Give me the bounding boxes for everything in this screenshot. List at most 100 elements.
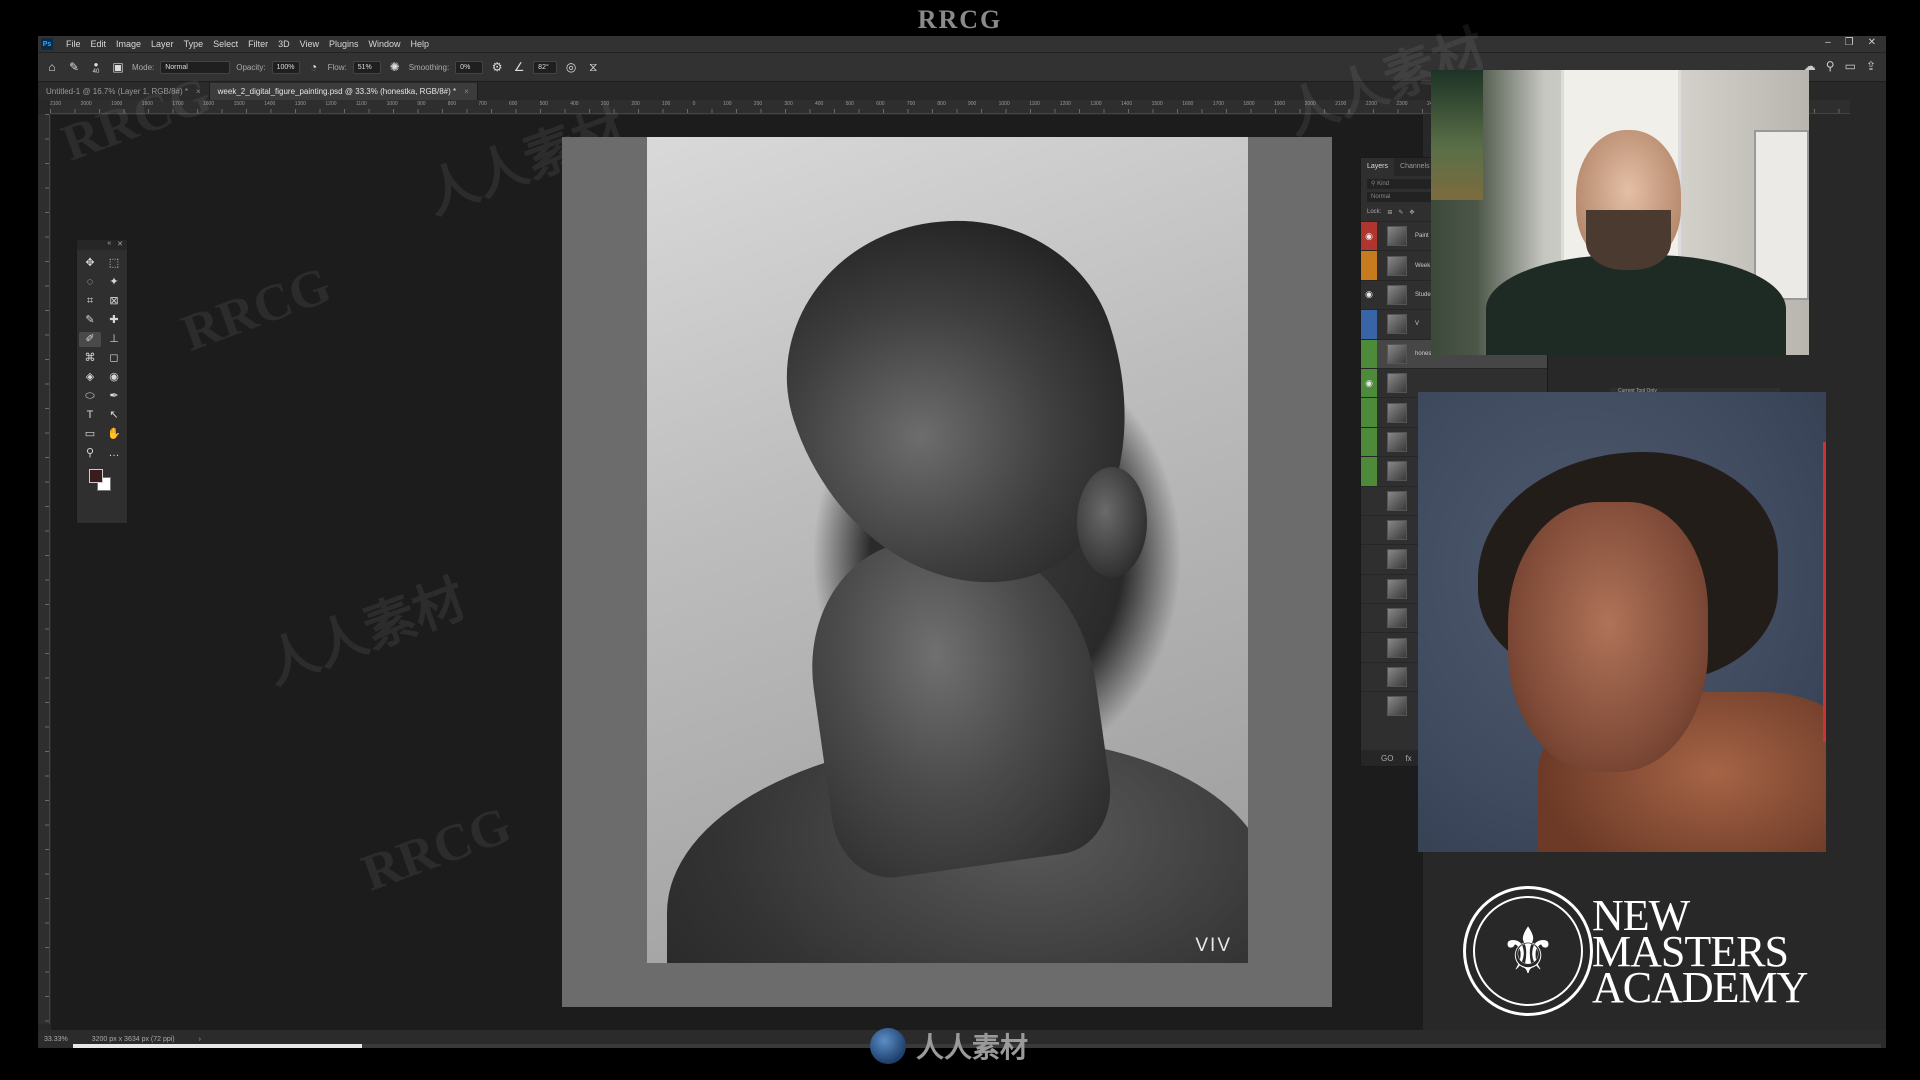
visibility-eye-icon[interactable]: ◉ xyxy=(1361,368,1377,398)
close-tab-icon[interactable]: × xyxy=(464,87,469,96)
lock-position-icon[interactable]: ✥ xyxy=(1409,209,1414,216)
status-menu-arrow[interactable]: › xyxy=(199,1036,201,1043)
smoothing-field[interactable]: 0% xyxy=(455,60,484,74)
lock-paint-icon[interactable]: ✎ xyxy=(1398,209,1403,216)
opacity-field[interactable]: 100% xyxy=(271,60,300,74)
brush-preset-picker[interactable]: ● 40 xyxy=(88,59,104,75)
visibility-toggle[interactable] xyxy=(1361,516,1377,544)
layer-effects-icon[interactable]: fx xyxy=(1405,754,1411,763)
menu-item-3d[interactable]: 3D xyxy=(273,39,295,49)
document-tab[interactable]: Untitled-1 @ 16.7% (Layer 1, RGB/8#) * × xyxy=(38,83,210,100)
crop-tool-icon[interactable]: ⌗ xyxy=(79,294,101,309)
pen-tool-icon[interactable]: ✒ xyxy=(103,389,125,404)
stamp-tool-icon[interactable]: ⊥ xyxy=(103,332,125,347)
menu-item-help[interactable]: Help xyxy=(406,39,435,49)
collapse-icon[interactable]: « xyxy=(107,240,111,250)
lock-transparent-icon[interactable]: ⊞ xyxy=(1387,209,1392,216)
restore-icon[interactable]: ❐ xyxy=(1845,37,1854,48)
brush-settings-icon[interactable]: ▣ xyxy=(110,59,126,75)
history-brush-icon[interactable]: ⌘ xyxy=(79,351,101,366)
ruler-label: 2100 xyxy=(1335,101,1347,107)
eraser-tool-icon[interactable]: ◻ xyxy=(103,351,125,366)
healing-tool-icon[interactable]: ✚ xyxy=(103,313,125,328)
menu-item-image[interactable]: Image xyxy=(111,39,146,49)
search-icon[interactable]: ⚲ xyxy=(1826,59,1835,73)
more-tools-icon[interactable]: … xyxy=(103,446,125,461)
visibility-toggle[interactable] xyxy=(1361,310,1377,339)
frame-tool-icon[interactable]: ⊠ xyxy=(103,294,125,309)
foreground-color-swatch[interactable] xyxy=(89,469,103,483)
marquee-tool-icon[interactable]: ⬚ xyxy=(103,256,125,271)
move-tool-icon[interactable]: ✥ xyxy=(79,256,101,271)
bucket-tool-icon[interactable]: ◈ xyxy=(79,370,101,385)
menu-item-window[interactable]: Window xyxy=(364,39,406,49)
ruler-label: 1800 xyxy=(141,101,153,107)
smoothing-options-gear-icon[interactable]: ⚙ xyxy=(489,59,505,75)
tab-channels[interactable]: Channels xyxy=(1394,158,1436,176)
ruler-label: 2300 xyxy=(1396,101,1408,107)
tools-panel-header[interactable]: «✕ xyxy=(77,240,127,250)
visibility-toggle[interactable] xyxy=(1361,427,1377,457)
visibility-eye-icon[interactable]: ◉ xyxy=(1361,281,1377,309)
visibility-toggle[interactable] xyxy=(1361,251,1377,280)
visibility-toggle[interactable] xyxy=(1361,692,1377,720)
menu-item-view[interactable]: View xyxy=(295,39,324,49)
visibility-toggle[interactable] xyxy=(1361,545,1377,573)
pressure-opacity-icon[interactable]: ◔ xyxy=(306,59,322,75)
eyedropper-tool-icon[interactable]: ✎ xyxy=(79,313,101,328)
magic-wand-tool-icon[interactable]: ✦ xyxy=(103,275,125,290)
minimize-icon[interactable]: – xyxy=(1825,37,1831,48)
menu-item-edit[interactable]: Edit xyxy=(86,39,112,49)
visibility-eye-icon[interactable]: ◉ xyxy=(1361,222,1377,251)
mode-select[interactable]: Normal xyxy=(160,60,231,74)
workspace-icon[interactable]: ▭ xyxy=(1845,59,1856,73)
symmetry-icon[interactable]: ⧖ xyxy=(585,59,601,75)
zoom-tool-icon[interactable]: ⚲ xyxy=(79,446,101,461)
close-window-icon[interactable]: ✕ xyxy=(1868,37,1876,48)
visibility-toggle[interactable] xyxy=(1361,575,1377,603)
brush-tool-icon[interactable]: ✎ xyxy=(66,59,82,75)
options-bar-right: ☁ ⚲ ▭ ⇪ xyxy=(1804,59,1876,73)
menu-item-filter[interactable]: Filter xyxy=(243,39,273,49)
reference-image[interactable] xyxy=(1418,392,1826,852)
smudge-tool-icon[interactable]: ◉ xyxy=(103,370,125,385)
home-icon[interactable]: ⌂ xyxy=(44,59,60,75)
photoshop-logo-icon[interactable]: Ps xyxy=(41,38,53,50)
visibility-toggle[interactable] xyxy=(1361,487,1377,515)
path-select-tool-icon[interactable]: ↖ xyxy=(103,408,125,423)
visibility-toggle[interactable] xyxy=(1361,604,1377,632)
menu-item-layer[interactable]: Layer xyxy=(146,39,179,49)
pressure-size-icon[interactable]: ◎ xyxy=(563,59,579,75)
share-icon[interactable]: ⇪ xyxy=(1866,59,1876,73)
visibility-toggle[interactable] xyxy=(1361,663,1377,691)
menu-item-type[interactable]: Type xyxy=(179,39,209,49)
close-icon[interactable]: ✕ xyxy=(117,240,123,250)
type-tool-icon[interactable]: T xyxy=(79,408,101,423)
dodge-tool-icon[interactable]: ⬭ xyxy=(79,389,101,404)
video-progress-bar[interactable] xyxy=(73,1044,363,1048)
visibility-toggle[interactable] xyxy=(1361,457,1377,486)
flow-field[interactable]: 51% xyxy=(352,60,381,74)
angle-field[interactable]: 82° xyxy=(533,60,558,74)
watermark-bottom-text: 人人素材 xyxy=(916,1032,1029,1063)
portrait-painting[interactable]: VIV xyxy=(647,137,1248,963)
rectangle-tool-icon[interactable]: ▭ xyxy=(79,427,101,442)
color-swatches xyxy=(77,465,127,495)
webcam-person-body xyxy=(1486,255,1786,355)
menu-item-select[interactable]: Select xyxy=(208,39,243,49)
visibility-toggle[interactable] xyxy=(1361,339,1377,368)
airbrush-icon[interactable]: ✺ xyxy=(387,59,403,75)
hand-tool-icon[interactable]: ✋ xyxy=(103,427,125,442)
document-tab[interactable]: week_2_digital_figure_painting.psd @ 33.… xyxy=(209,83,478,100)
visibility-toggle[interactable] xyxy=(1361,398,1377,427)
menu-item-plugins[interactable]: Plugins xyxy=(324,39,364,49)
brush-tool-icon[interactable]: ✐ xyxy=(79,332,101,347)
lasso-tool-icon[interactable]: ◌ xyxy=(79,275,101,290)
video-progress-track[interactable] xyxy=(321,1044,1881,1048)
close-tab-icon[interactable]: × xyxy=(196,87,201,96)
visibility-toggle[interactable] xyxy=(1361,633,1377,661)
tab-layers[interactable]: Layers xyxy=(1361,158,1395,176)
zoom-level[interactable]: 33.33% xyxy=(44,1036,68,1043)
menu-item-file[interactable]: File xyxy=(61,39,86,49)
link-layers-icon[interactable]: GO xyxy=(1381,754,1393,763)
